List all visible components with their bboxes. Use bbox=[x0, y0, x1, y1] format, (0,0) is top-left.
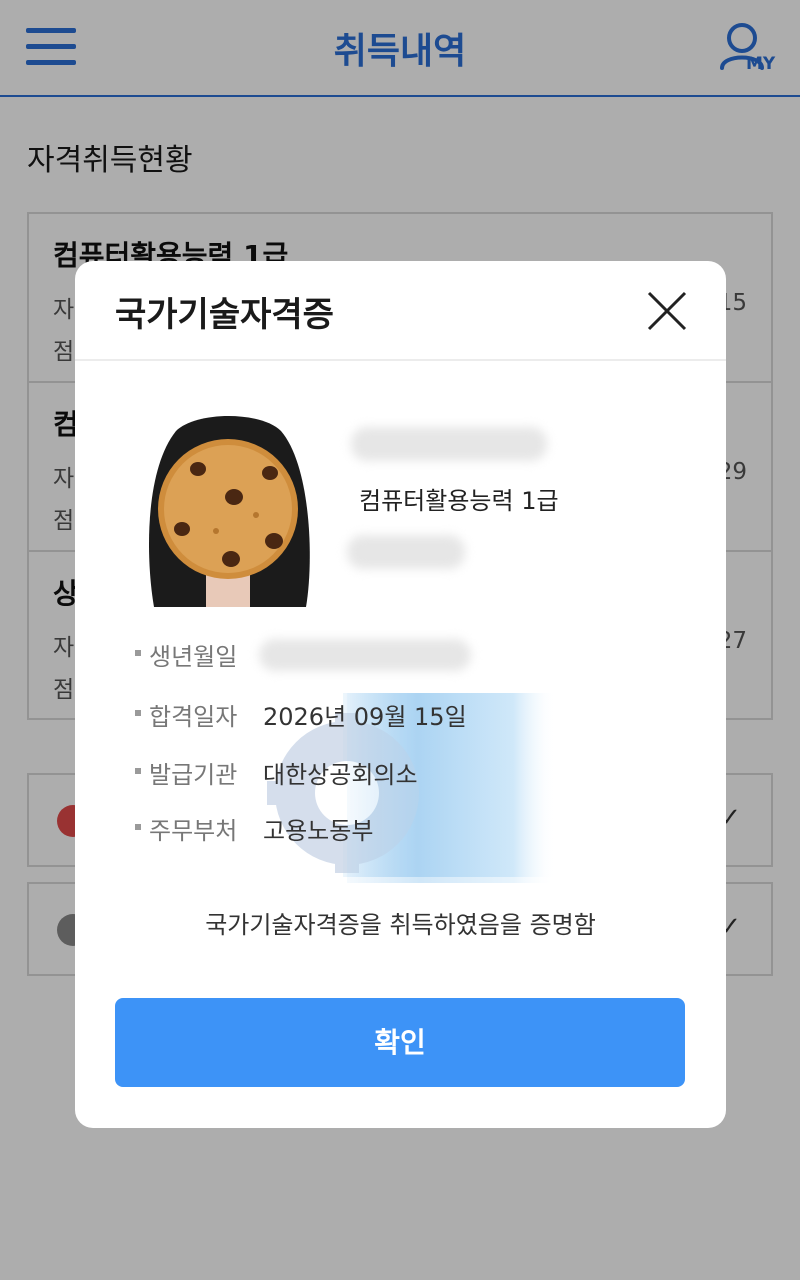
ministry-label: 주무부처 bbox=[149, 817, 238, 845]
bullet-icon bbox=[135, 650, 141, 656]
bullet-icon bbox=[135, 824, 141, 830]
redacted-number bbox=[347, 535, 465, 569]
redacted-birthdate bbox=[259, 639, 471, 671]
pass-date-value: 2026년 09월 15일 bbox=[263, 703, 467, 731]
birthdate-label: 생년월일 bbox=[149, 643, 238, 671]
modal-header: 국가기술자격증 bbox=[75, 261, 726, 361]
issuer-value: 대한상공회의소 bbox=[263, 761, 418, 789]
issuer-label: 발급기관 bbox=[149, 761, 238, 789]
bullet-icon bbox=[135, 710, 141, 716]
pass-date-label: 합격일자 bbox=[149, 703, 238, 731]
confirm-button[interactable]: 확인 bbox=[115, 998, 685, 1087]
profile-photo bbox=[136, 411, 319, 607]
redacted-name bbox=[351, 427, 547, 461]
certificate-modal: 국가기술자격증 컴퓨터활용능력 1급 생년월일 합격일자 2026년 09월 1… bbox=[75, 261, 726, 1128]
close-icon bbox=[647, 291, 687, 331]
close-button[interactable] bbox=[641, 285, 693, 337]
bullet-icon bbox=[135, 768, 141, 774]
modal-title: 국가기술자격증 bbox=[115, 295, 334, 335]
ministry-value: 고용노동부 bbox=[263, 817, 374, 845]
certificate-name: 컴퓨터활용능력 1급 bbox=[359, 487, 559, 515]
certification-statement: 국가기술자격증을 취득하였음을 증명함 bbox=[205, 911, 596, 939]
